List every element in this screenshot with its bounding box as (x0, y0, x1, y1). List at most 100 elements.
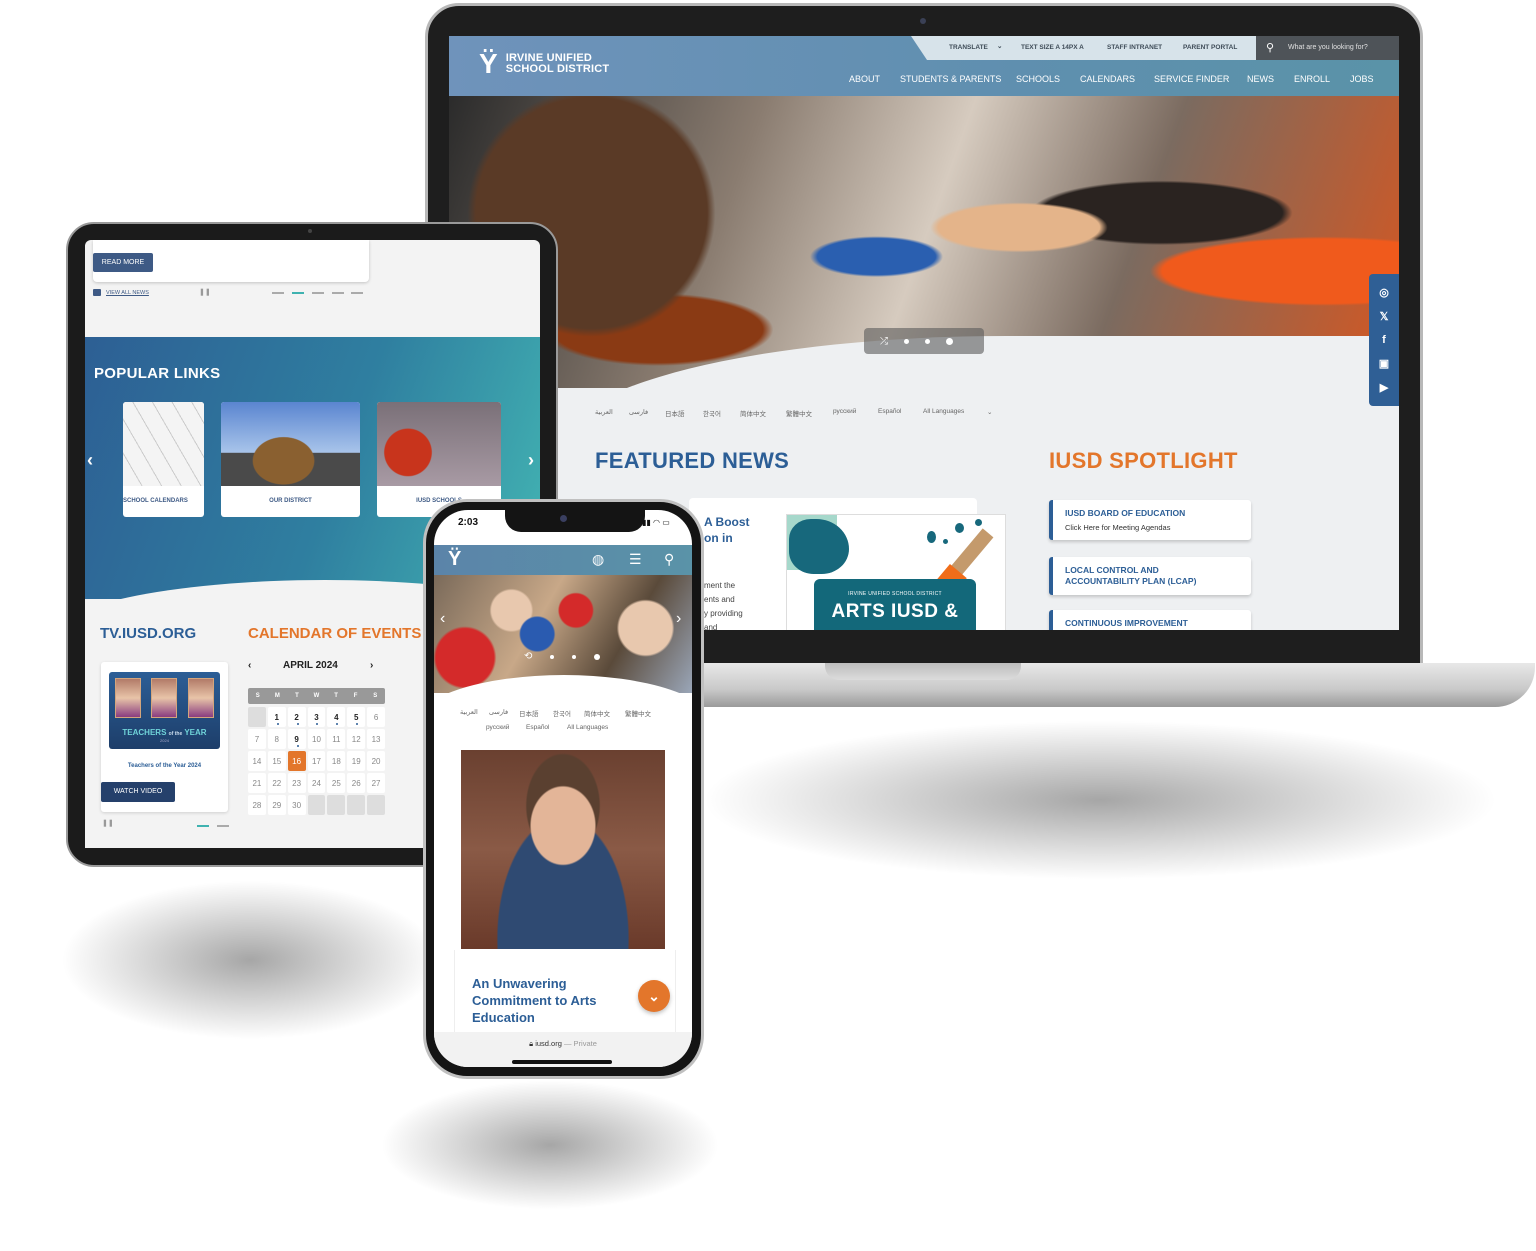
chevron-right-icon[interactable]: › (528, 450, 534, 471)
chevron-left-icon[interactable]: ‹ (87, 450, 93, 471)
popular-link-card[interactable]: SCHOOL CALENDARS (123, 402, 204, 517)
pause-icon[interactable]: ❚❚ (102, 819, 114, 827)
view-all-news-link[interactable]: VIEW ALL NEWS (93, 289, 149, 296)
calendar-day[interactable]: 28 (248, 795, 266, 815)
calendar-day[interactable]: 17 (307, 751, 326, 771)
calendar-day[interactable]: 26 (347, 773, 366, 793)
parentsquare-icon[interactable]: ▣ (1379, 357, 1389, 370)
calendar-day-today[interactable]: 16 (287, 751, 306, 771)
calendar-day[interactable]: 19 (347, 751, 366, 771)
lang-spanish[interactable]: Español (526, 724, 550, 731)
video-card[interactable]: TEACHERS of the YEAR 2024 Teachers of th… (101, 662, 228, 812)
search-box[interactable]: ⚲ What are you looking for? (1256, 36, 1399, 60)
arts-news-image[interactable]: IRVINE UNIFIED SCHOOL DISTRICT ARTS IUSD… (786, 514, 1006, 630)
iusd-logo-icon[interactable]: Ÿ (448, 548, 461, 571)
calendar-day[interactable]: 14 (248, 751, 266, 771)
calendar-day[interactable]: 8 (267, 729, 286, 749)
tv-pager-dot[interactable] (217, 825, 229, 827)
slide-dot[interactable] (572, 654, 577, 659)
chevron-down-icon[interactable]: ⌄ (987, 408, 992, 416)
read-more-button[interactable]: READ MORE (93, 253, 153, 272)
calendar-day[interactable]: 23 (287, 773, 306, 793)
lang-spanish[interactable]: Español (878, 408, 902, 415)
calendar-next-icon[interactable]: › (370, 660, 373, 671)
spotlight-item[interactable]: IUSD BOARD OF EDUCATION Click Here for M… (1049, 500, 1251, 540)
calendar-day[interactable]: 29 (267, 795, 286, 815)
news-pager-dot[interactable] (351, 292, 363, 294)
calendar-day[interactable]: 13 (367, 729, 385, 749)
scroll-down-button[interactable]: ⌄ (638, 980, 670, 1012)
nav-about[interactable]: ABOUT (849, 74, 880, 84)
calendar-day[interactable]: 25 (327, 773, 346, 793)
video-thumbnail[interactable]: TEACHERS of the YEAR 2024 (109, 672, 220, 749)
lang-japanese[interactable]: 日本語 (519, 708, 539, 718)
calendar-day[interactable]: 11 (327, 729, 346, 749)
lang-arabic[interactable]: العربية (460, 708, 478, 716)
search-icon[interactable]: ⚲ (664, 551, 674, 568)
calendar-day[interactable]: 24 (307, 773, 326, 793)
nav-schools[interactable]: SCHOOLS (1016, 74, 1060, 84)
popular-link-card[interactable]: OUR DISTRICT (221, 402, 360, 517)
nav-news[interactable]: NEWS (1247, 74, 1274, 84)
x-icon[interactable]: 𝕏 (1380, 310, 1389, 323)
lang-simplified-chinese[interactable]: 简体中文 (584, 708, 610, 718)
nav-service-finder[interactable]: SERVICE FINDER (1154, 74, 1229, 84)
calendar-day[interactable]: 5 (347, 707, 366, 727)
calendar-day[interactable]: 4 (327, 707, 346, 727)
lang-all-languages[interactable]: All Languages (923, 408, 964, 415)
calendar-prev-icon[interactable]: ‹ (248, 660, 251, 671)
chevron-down-icon[interactable]: ⌄ (997, 42, 1002, 50)
article-title[interactable]: An Unwavering Commitment to Arts Educati… (472, 975, 622, 1026)
news-pager-dot[interactable] (272, 292, 284, 294)
lang-korean[interactable]: 한국어 (703, 408, 721, 418)
news-pager-dot[interactable] (312, 292, 324, 294)
chevron-left-icon[interactable]: ‹ (440, 610, 445, 628)
chevron-right-icon[interactable]: › (676, 610, 681, 628)
calendar-day[interactable]: 20 (367, 751, 385, 771)
pause-icon[interactable]: ❚❚ (199, 288, 211, 296)
calendar-day[interactable]: 9 (287, 729, 306, 749)
shuffle-icon[interactable]: ⟲ (524, 651, 532, 662)
calendar-day[interactable]: 10 (307, 729, 326, 749)
slide-dot-active[interactable] (594, 653, 601, 660)
lang-traditional-chinese[interactable]: 繁體中文 (625, 708, 651, 718)
globe-icon[interactable]: ◍ (592, 551, 604, 568)
spotlight-item[interactable]: CONTINUOUS IMPROVEMENT (1049, 610, 1251, 630)
calendar-day[interactable]: 27 (367, 773, 385, 793)
instagram-icon[interactable]: ◎ (1379, 286, 1389, 299)
menu-icon[interactable]: ☰ (629, 551, 642, 568)
nav-calendars[interactable]: CALENDARS (1080, 74, 1135, 84)
search-icon[interactable]: ⚲ (1266, 41, 1274, 54)
news-headline[interactable]: A Boost on in (704, 514, 750, 546)
parent-portal-link[interactable]: PARENT PORTAL (1183, 44, 1237, 51)
news-pager-dot[interactable] (332, 292, 344, 294)
facebook-icon[interactable]: f (1382, 334, 1386, 346)
text-size-control[interactable]: TEXT SIZE A 14PX A (1021, 44, 1084, 51)
calendar-day[interactable]: 6 (367, 707, 385, 727)
calendar-day[interactable]: 15 (267, 751, 286, 771)
lang-russian[interactable]: русский (833, 408, 856, 415)
lang-traditional-chinese[interactable]: 繁體中文 (786, 408, 812, 418)
lang-simplified-chinese[interactable]: 简体中文 (740, 408, 766, 418)
lang-russian[interactable]: русский (486, 724, 509, 731)
lang-korean[interactable]: 한국어 (553, 708, 571, 718)
slide-dot[interactable] (550, 654, 555, 659)
lang-arabic[interactable]: العربية (595, 408, 613, 416)
nav-enroll[interactable]: ENROLL (1294, 74, 1330, 84)
lang-all-languages[interactable]: All Languages (567, 724, 608, 731)
tv-pager-dot-active[interactable] (197, 825, 209, 827)
news-pager-dot-active[interactable] (292, 292, 304, 294)
watch-video-button[interactable]: WATCH VIDEO (101, 782, 175, 802)
search-input[interactable]: What are you looking for? (1288, 44, 1368, 51)
calendar-day[interactable]: 12 (347, 729, 366, 749)
slide-dot-2[interactable] (925, 338, 930, 344)
youtube-icon[interactable]: ▶ (1380, 381, 1388, 394)
lang-japanese[interactable]: 日本語 (665, 408, 685, 418)
slide-dot-1[interactable] (904, 338, 909, 344)
calendar-day[interactable]: 3 (307, 707, 326, 727)
calendar-day[interactable]: 7 (248, 729, 266, 749)
calendar-day[interactable]: 2 (287, 707, 306, 727)
staff-intranet-link[interactable]: STAFF INTRANET (1107, 44, 1162, 51)
lang-farsi[interactable]: فارسی (489, 708, 508, 716)
spotlight-item[interactable]: LOCAL CONTROL AND ACCOUNTABILITY PLAN (L… (1049, 557, 1251, 595)
